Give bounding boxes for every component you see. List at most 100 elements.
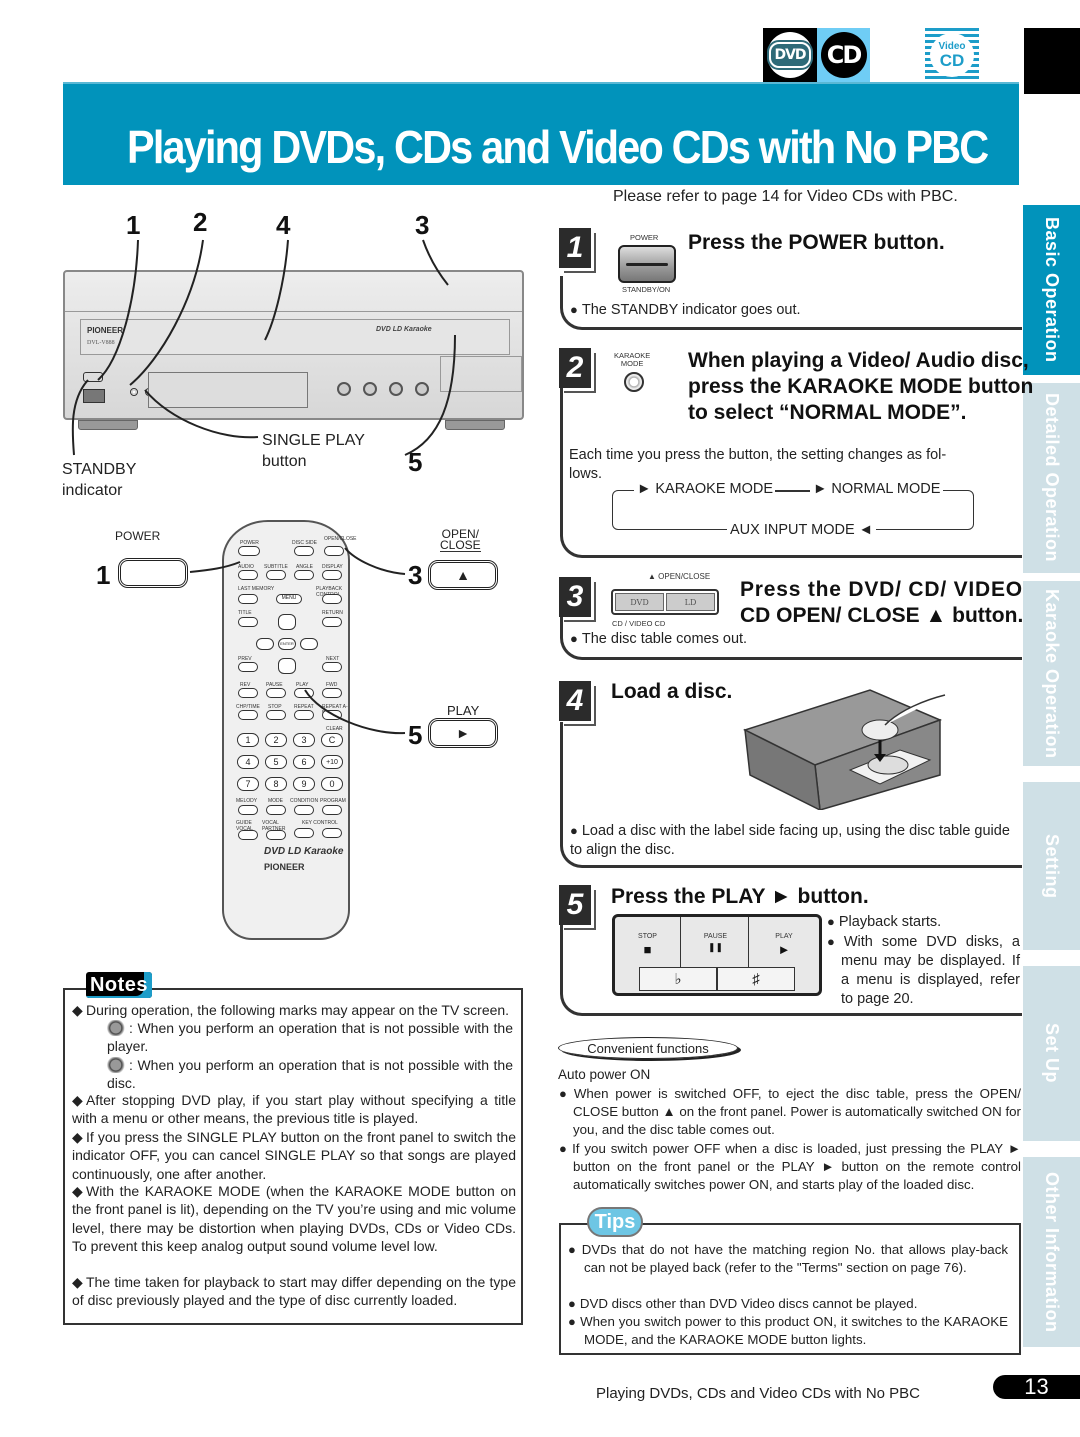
tab-setting[interactable]: Setting	[1023, 782, 1080, 950]
remote-rev-button[interactable]	[238, 688, 258, 698]
remote-digit-button[interactable]: 5	[265, 755, 287, 769]
echo-knob[interactable]	[363, 382, 377, 396]
step-5-bullet: Playback starts.	[827, 912, 941, 932]
video-cd-logo: Video CD	[925, 28, 979, 82]
remote-label: OPEN/CLOSE	[324, 536, 357, 542]
transport-keys[interactable]	[440, 356, 522, 392]
page-title: Playing DVDs, CDs and Video CDs with No …	[127, 121, 989, 173]
power-button-illustration[interactable]	[618, 245, 676, 283]
mic1-knob[interactable]	[389, 382, 403, 396]
tab-other-information[interactable]: Other Information	[1023, 1157, 1080, 1347]
karaoke-mode-button[interactable]	[130, 388, 138, 396]
section-marker	[1024, 28, 1080, 94]
remote-display-button[interactable]	[322, 570, 342, 580]
dvd-open-button[interactable]: DVD	[615, 593, 664, 611]
remote-digit-button[interactable]: 3	[293, 733, 315, 747]
remote-title-button[interactable]	[238, 617, 258, 627]
remote-digit-button[interactable]: 0	[321, 777, 343, 791]
open-close-label: ▲ OPEN/CLOSE	[648, 572, 711, 581]
karaoke-mode-button-illustration[interactable]	[624, 372, 644, 392]
leader-line-remote-3	[344, 547, 406, 575]
remote-next-button[interactable]	[322, 662, 342, 672]
remote-chp-time-button[interactable]	[238, 710, 258, 720]
remote-power-button-large[interactable]	[118, 558, 188, 588]
remote-open-close-button[interactable]	[324, 546, 344, 556]
remote-left-button[interactable]	[256, 638, 274, 650]
remote-fwd-button[interactable]	[322, 688, 342, 698]
volume-knob[interactable]	[337, 382, 351, 396]
remote-label: KEY CONTROL	[302, 820, 338, 826]
tab-set-up[interactable]: Set Up	[1023, 966, 1080, 1141]
note-subtext: : When you perform an operation that is …	[107, 1057, 513, 1092]
remote-angle-button[interactable]	[294, 570, 314, 580]
auto-power-heading: Auto power ON	[558, 1067, 651, 1082]
note-text: If you press the SINGLE PLAY button on t…	[72, 1129, 516, 1182]
step-1-bullet: The STANDBY indicator goes out.	[570, 300, 801, 320]
tip-text: DVDs that do not have the matching regio…	[581, 1242, 1008, 1275]
mic2-knob[interactable]	[415, 382, 429, 396]
step-1-title: Press the POWER button.	[688, 231, 945, 254]
notes-tag: Notes	[86, 972, 152, 998]
play-label: PLAY	[775, 933, 793, 940]
remote-vocal-partner-button[interactable]	[266, 830, 286, 840]
remote-audio-button[interactable]	[238, 570, 258, 580]
player-foot	[78, 420, 138, 430]
remote-mode-button[interactable]	[266, 805, 286, 815]
key-flat-button[interactable]: ♭	[639, 967, 717, 991]
remote-menu-button[interactable]: MENU	[276, 594, 302, 604]
remote-right-button[interactable]	[300, 638, 318, 650]
convenient-text: When power is switched OFF, to eject the…	[573, 1086, 1022, 1137]
dvd-ld-open-close-buttons[interactable]: DVD LD	[611, 589, 719, 615]
remote-play-button[interactable]	[294, 688, 314, 698]
tip-text: DVD discs other than DVD Video discs can…	[579, 1296, 918, 1311]
remote-digit-button[interactable]: 8	[265, 777, 287, 791]
remote-clear-button[interactable]: C	[321, 733, 343, 747]
remote-digit-button[interactable]: 9	[293, 777, 315, 791]
remote-condition-button[interactable]	[294, 805, 314, 815]
tab-karaoke-operation[interactable]: Karaoke Operation	[1023, 581, 1080, 766]
remote-program-button[interactable]	[322, 805, 342, 815]
remote-play-button-large[interactable]: ►	[428, 718, 498, 748]
remote-pause-button[interactable]	[266, 688, 286, 698]
player-foot	[445, 420, 505, 430]
prohibited-player-icon	[107, 1020, 129, 1036]
remote-digit-button[interactable]: 6	[293, 755, 315, 769]
remote-digit-button[interactable]: 2	[265, 733, 287, 747]
power-button[interactable]	[83, 389, 105, 403]
remote-return-button[interactable]	[322, 617, 342, 627]
tab-detailed-operation[interactable]: Detailed Operation	[1023, 383, 1080, 573]
remote-key-flat-button[interactable]	[294, 828, 314, 838]
key-sharp-button[interactable]: ♯	[717, 967, 795, 991]
cd-video-cd-label: CD / VIDEO CD	[612, 619, 666, 628]
ld-open-button[interactable]: LD	[666, 593, 715, 611]
step-5-number: 5	[559, 885, 591, 925]
remote-digit-button[interactable]: 7	[237, 777, 259, 791]
remote-up-button[interactable]	[278, 614, 296, 630]
remote-plus10-button[interactable]: +10	[321, 755, 343, 769]
remote-guide-vocal-button[interactable]	[238, 830, 258, 840]
remote-key-sharp-button[interactable]	[322, 828, 342, 838]
remote-label: MELODY	[236, 798, 258, 804]
remote-enter-button[interactable]: ENTER	[278, 638, 296, 650]
remote-playback-control-button[interactable]	[322, 594, 342, 604]
remote-melody-button[interactable]	[238, 805, 258, 815]
remote-open-close-button-large[interactable]: ▲	[428, 560, 498, 590]
remote-repeat-ab-button[interactable]	[322, 710, 342, 720]
single-play-sub: button	[262, 453, 307, 470]
remote-repeat-button[interactable]	[294, 710, 314, 720]
step-4-number: 4	[559, 681, 591, 721]
step-5-title: Press the PLAY ► button.	[611, 885, 869, 908]
tab-basic-operation[interactable]: Basic Operation	[1023, 205, 1080, 375]
remote-power-button[interactable]	[238, 546, 260, 556]
remote-down-button[interactable]	[278, 658, 296, 674]
remote-disc-side-button[interactable]	[294, 546, 314, 556]
remote-digit-button[interactable]: 4	[237, 755, 259, 769]
remote-prev-button[interactable]	[238, 662, 258, 672]
remote-stop-button[interactable]	[266, 710, 286, 720]
step-3-title-line: CD OPEN/ CLOSE ▲ button.	[740, 604, 1024, 627]
remote-last-memory-button[interactable]	[238, 594, 258, 604]
tips-tag: Tips	[587, 1207, 643, 1237]
step-3-bullet: The disc table comes out.	[570, 629, 747, 649]
remote-subtitle-button[interactable]	[266, 570, 286, 580]
remote-digit-button[interactable]: 1	[237, 733, 259, 747]
